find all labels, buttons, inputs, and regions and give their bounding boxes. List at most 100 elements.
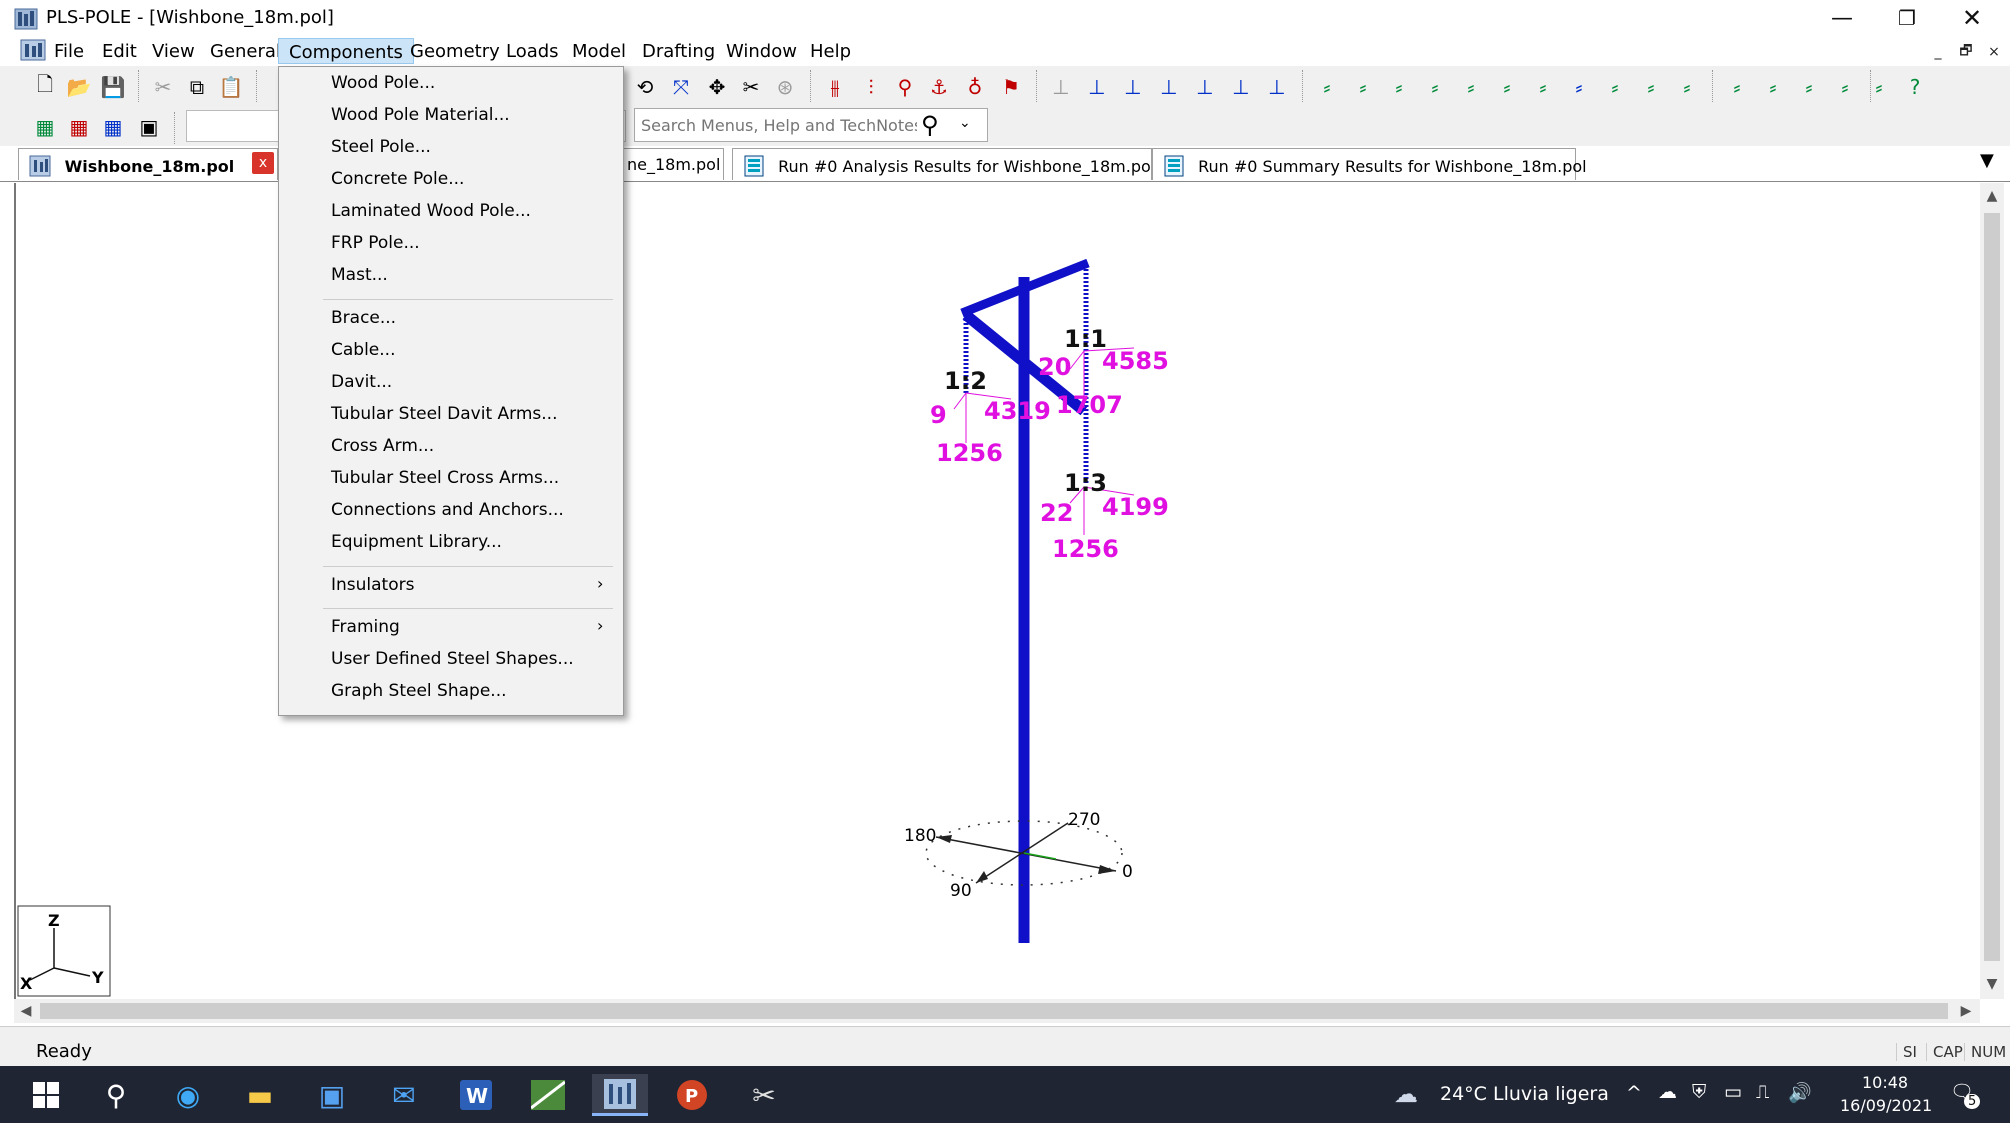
scroll-up-icon[interactable]: ▲	[1980, 185, 2004, 207]
menu-item-wood-pole-material[interactable]: Wood Pole Material...	[281, 101, 621, 131]
menu-item-tubular-steel-cross-arms[interactable]: Tubular Steel Cross Arms...	[281, 464, 621, 494]
menu-file[interactable]: File	[44, 38, 94, 64]
pole-split-icon[interactable]: ⫶	[856, 72, 886, 102]
weather-icon[interactable]: ☁	[1394, 1080, 1418, 1108]
drafting-1-icon[interactable]: ⸗	[1722, 72, 1752, 102]
powerpoint-icon[interactable]: P	[664, 1074, 720, 1116]
load-case-8-icon[interactable]: ⸗	[1564, 72, 1594, 102]
store-icon[interactable]: ▣	[304, 1074, 360, 1116]
menu-item-frp-pole[interactable]: FRP Pole...	[281, 229, 621, 259]
menu-view[interactable]: View	[142, 38, 205, 64]
help-context-icon[interactable]: ?	[1900, 72, 1930, 102]
menu-item-wood-pole[interactable]: Wood Pole...	[281, 69, 621, 99]
pole-load-icon[interactable]: ⫵	[820, 72, 850, 102]
load-case-11-icon[interactable]: ⸗	[1672, 72, 1702, 102]
menu-item-laminated-wood-pole[interactable]: Laminated Wood Pole...	[281, 197, 621, 227]
menu-loads[interactable]: Loads	[496, 38, 569, 64]
paste-icon[interactable]: 📋	[216, 72, 246, 102]
clock-time[interactable]: 10:48	[1862, 1073, 1908, 1092]
menu-help[interactable]: Help	[800, 38, 861, 64]
restore-button[interactable]: ❐	[1875, 0, 1939, 36]
menu-item-framing[interactable]: Framing ›	[281, 613, 621, 643]
view-window-icon[interactable]: ▣	[134, 112, 164, 142]
menu-item-concrete-pole[interactable]: Concrete Pole...	[281, 165, 621, 195]
tab-wishbone-model[interactable]: Wishbone_18m.pol	[18, 148, 278, 180]
menu-edit[interactable]: Edit	[92, 38, 147, 64]
menu-item-cable[interactable]: Cable...	[281, 336, 621, 366]
menu-window[interactable]: Window	[716, 38, 807, 64]
word-icon[interactable]: W	[448, 1074, 504, 1116]
network-icon[interactable]: ⎍	[1756, 1081, 1769, 1103]
load-case-7-icon[interactable]: ⸗	[1528, 72, 1558, 102]
horizontal-scroll-thumb[interactable]	[40, 1003, 1948, 1019]
menu-drafting[interactable]: Drafting	[632, 38, 725, 64]
equipment-icon[interactable]: ⊥	[1262, 72, 1292, 102]
load-case-9-icon[interactable]: ⸗	[1600, 72, 1630, 102]
edge-browser-icon[interactable]: ◉	[160, 1074, 216, 1116]
load-case-6-icon[interactable]: ⸗	[1492, 72, 1522, 102]
mdi-restore-button[interactable]: 🗗	[1956, 42, 1976, 62]
horizontal-scrollbar[interactable]: ◀ ▶	[14, 999, 1980, 1023]
drafting-3-icon[interactable]: ⸗	[1794, 72, 1824, 102]
scroll-right-icon[interactable]: ▶	[1954, 999, 1978, 1023]
search-input[interactable]	[641, 114, 917, 136]
mdi-minimize-button[interactable]: _	[1928, 42, 1948, 62]
tab-wishbone-view[interactable]: ne_18m.pol	[616, 148, 724, 180]
document-icon[interactable]	[20, 39, 46, 61]
tab-analysis-results[interactable]: Run #0 Analysis Results for Wishbone_18m…	[732, 148, 1155, 180]
scroll-left-icon[interactable]: ◀	[14, 999, 38, 1023]
menu-item-equipment-library[interactable]: Equipment Library...	[281, 528, 621, 558]
chevron-up-icon[interactable]: ^	[1626, 1082, 1642, 1104]
mdi-close-button[interactable]: ×	[1984, 42, 2004, 62]
scroll-down-icon[interactable]: ▼	[1980, 973, 2004, 995]
view-3d-icon[interactable]: ▦	[30, 112, 60, 142]
disabled-tool-icon[interactable]: ⊛	[770, 72, 800, 102]
chevron-down-icon[interactable]: ⌄	[959, 115, 971, 131]
menu-geometry[interactable]: Geometry	[400, 38, 510, 64]
load-case-5-icon[interactable]: ⸗	[1456, 72, 1486, 102]
menu-item-user-defined-steel-shapes[interactable]: User Defined Steel Shapes...	[281, 645, 621, 675]
menu-item-connections-and-anchors[interactable]: Connections and Anchors...	[281, 496, 621, 526]
clamp-icon[interactable]: ⊥	[1226, 72, 1256, 102]
tab-summary-results[interactable]: Run #0 Summary Results for Wishbone_18m.…	[1152, 148, 1587, 180]
search-box[interactable]: ⚲ ⌄	[634, 108, 988, 142]
new-file-icon[interactable]: 🗋	[30, 72, 60, 102]
menu-item-graph-steel-shape[interactable]: Graph Steel Shape...	[281, 677, 621, 707]
menu-item-tubular-steel-davit-arms[interactable]: Tubular Steel Davit Arms...	[281, 400, 621, 430]
close-tab-button[interactable]: x	[252, 152, 274, 174]
drafting-4-icon[interactable]: ⸗	[1830, 72, 1860, 102]
load-case-3-icon[interactable]: ⸗	[1384, 72, 1414, 102]
pan-view-icon[interactable]: ✥	[702, 72, 732, 102]
clock-date[interactable]: 16/09/2021	[1840, 1096, 1932, 1115]
load-case-2-icon[interactable]: ⸗	[1348, 72, 1378, 102]
pole-wind-icon[interactable]: ⚑	[996, 72, 1026, 102]
menu-item-steel-pole[interactable]: Steel Pole...	[281, 133, 621, 163]
pls-pole-taskbar-icon[interactable]	[592, 1074, 648, 1116]
drafting-2-icon[interactable]: ⸗	[1758, 72, 1788, 102]
view-ortho-icon[interactable]: ▦	[98, 112, 128, 142]
copy-icon[interactable]: ⧉	[182, 72, 212, 102]
load-case-1-icon[interactable]: ⸗	[1312, 72, 1342, 102]
minimize-button[interactable]: —	[1810, 0, 1874, 36]
onedrive-icon[interactable]: ☁	[1658, 1081, 1677, 1103]
search-icon[interactable]: ⚲	[88, 1074, 144, 1116]
search-icon[interactable]: ⚲	[921, 111, 939, 139]
save-icon[interactable]: 💾	[98, 72, 128, 102]
menu-item-insulators[interactable]: Insulators ›	[281, 571, 621, 601]
menu-item-cross-arm[interactable]: Cross Arm...	[281, 432, 621, 462]
insulator-icon[interactable]: ⊥	[1190, 72, 1220, 102]
vertical-scroll-thumb[interactable]	[1984, 213, 2000, 961]
load-case-4-icon[interactable]: ⸗	[1420, 72, 1450, 102]
snipping-tool-icon[interactable]: ✂	[736, 1074, 792, 1116]
vertical-scrollbar[interactable]: ▲ ▼	[1980, 183, 2004, 999]
brace-icon[interactable]: ⊥	[1154, 72, 1184, 102]
volume-icon[interactable]: 🔊	[1788, 1081, 1812, 1104]
weather-text[interactable]: 24°C Lluvia ligera	[1440, 1083, 1609, 1105]
menu-model[interactable]: Model	[562, 38, 636, 64]
crossarm-disabled-icon[interactable]: ⊥	[1046, 72, 1076, 102]
cut-icon[interactable]: ✂	[148, 72, 178, 102]
start-button[interactable]	[18, 1074, 74, 1116]
battery-icon[interactable]: ▭	[1724, 1081, 1742, 1103]
crossarm-icon[interactable]: ⊥	[1082, 72, 1112, 102]
rotate-view-icon[interactable]: ⟲	[630, 72, 660, 102]
